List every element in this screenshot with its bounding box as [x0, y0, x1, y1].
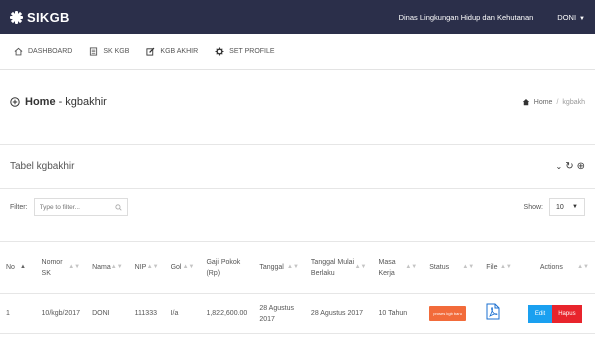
collapse-chevron-icon[interactable]: ⌄: [556, 162, 563, 171]
column-header-status[interactable]: Status ▲▼: [423, 241, 481, 294]
home-icon: [14, 47, 23, 56]
breadcrumb-separator: /: [556, 98, 559, 106]
breadcrumb-home[interactable]: Home: [534, 99, 553, 106]
nav-dashboard-label: DASHBOARD: [28, 48, 73, 55]
cell-no: 1: [0, 293, 36, 334]
column-header-tanggal[interactable]: Tanggal ▲▼: [253, 241, 305, 294]
topbar-right: Dinas Lingkungan Hidup dan Kehutanan DON…: [399, 13, 585, 22]
sort-icon: ▲▼: [462, 264, 475, 270]
cell-masa-kerja: 10 Tahun: [372, 293, 424, 334]
cell-gol: I/a: [164, 293, 201, 334]
chevron-down-icon: ▼: [572, 204, 578, 210]
cell-file: [480, 293, 518, 334]
card-header: Tabel kgbakhir ⌄ ↻ ⊕: [0, 145, 595, 189]
column-header-nip[interactable]: NIP ▲▼: [128, 241, 165, 294]
page-title: Home - kgbakhir: [10, 96, 107, 108]
show-value: 10: [556, 203, 564, 211]
table-card: Tabel kgbakhir ⌄ ↻ ⊕ Filter: Show: 10 ▼: [0, 144, 595, 345]
cell-nomor-sk: 10/kgb/2017: [35, 293, 87, 334]
table-header-row: No ▲ Nomor SK ▲▼ Nama ▲▼ NIP ▲▼ Gol ▲▼ Gaji P…: [0, 241, 595, 294]
nav-dashboard[interactable]: DASHBOARD: [14, 47, 72, 56]
sort-icon: ▲▼: [287, 264, 299, 270]
page-title-home: Home: [25, 96, 56, 108]
nav-kgb-akhir[interactable]: KGB AKHIR: [146, 47, 198, 56]
nav-sk-kgb[interactable]: SK KGB: [89, 47, 129, 56]
show-select[interactable]: 10 ▼: [549, 198, 585, 216]
filter-row: Filter: Show: 10 ▼: [0, 189, 595, 225]
column-header-actions[interactable]: Actions ▲▼: [517, 241, 595, 294]
kgbakhir-table: No ▲ Nomor SK ▲▼ Nama ▲▼ NIP ▲▼ Gol ▲▼ Gaji P…: [0, 241, 595, 334]
sort-icon: ▲▼: [110, 264, 123, 270]
sort-icon: ▲▼: [577, 264, 589, 270]
column-header-masa-kerja[interactable]: Masa Kerja ▲▼: [372, 241, 424, 294]
filter-box: [33, 198, 128, 216]
filter-input[interactable]: [39, 203, 110, 211]
pdf-icon[interactable]: [486, 303, 500, 320]
page-title-name: kgbakhir: [65, 96, 107, 108]
sort-icon: ▲▼: [499, 264, 512, 270]
page-title-separator: -: [58, 96, 63, 108]
cell-gaji-pokok: 1,822,600.00: [200, 293, 254, 334]
breadcrumb: Home / kgbakh: [522, 98, 585, 106]
cell-tanggal: 28 Agustus 2017: [253, 293, 305, 334]
main-nav: DASHBOARD SK KGB KGB AKHIR SET PROFILE: [0, 34, 595, 70]
show-label: Show:: [523, 203, 543, 211]
sort-asc-icon: ▲: [19, 264, 26, 270]
column-header-gaji-pokok[interactable]: Gaji Pokok (Rp): [200, 241, 254, 294]
sort-icon: ▲▼: [68, 264, 81, 270]
home-icon: [522, 98, 529, 106]
chevron-down-icon: ▼: [579, 15, 585, 22]
page-header: Home - kgbakhir Home / kgbakh: [0, 96, 595, 108]
nav-kgb-akhir-label: KGB AKHIR: [160, 48, 199, 55]
cell-status: proses kgb baru: [423, 293, 481, 334]
brand-name: SIKGB: [27, 9, 70, 25]
sort-icon: ▲▼: [182, 264, 195, 270]
show-entries: Show: 10 ▼: [524, 198, 585, 216]
nav-set-profile-label: SET PROFILE: [229, 48, 275, 55]
circle-arrow-icon: [10, 97, 20, 107]
breadcrumb-current: kgbakh: [562, 98, 585, 106]
cell-nip: 111333: [128, 293, 165, 334]
cell-nama: DONI: [86, 293, 129, 334]
sort-icon: ▲▼: [146, 264, 159, 270]
sort-icon: ▲▼: [354, 264, 367, 270]
refresh-icon[interactable]: ↻: [565, 161, 573, 172]
nav-set-profile[interactable]: SET PROFILE: [215, 47, 275, 56]
agency-name: Dinas Lingkungan Hidup dan Kehutanan: [398, 12, 534, 22]
column-header-tanggal-mulai[interactable]: Tanggal Mulai Berlaku ▲▼: [304, 241, 373, 294]
logo-icon: [10, 10, 23, 24]
top-bar: SIKGB Dinas Lingkungan Hidup dan Kehutan…: [0, 0, 595, 34]
document-icon: [90, 47, 98, 56]
search-icon: [114, 203, 122, 211]
user-name: DONI: [557, 12, 577, 22]
nav-sk-kgb-label: SK KGB: [103, 48, 130, 55]
cell-tanggal-mulai: 28 Agustus 2017: [304, 293, 373, 334]
expand-icon[interactable]: ⊕: [577, 161, 585, 172]
table-row: 1 10/kgb/2017 DONI 111333 I/a 1,822,600.…: [0, 293, 595, 334]
brand-logo[interactable]: SIKGB: [10, 10, 70, 25]
column-header-no[interactable]: No ▲: [0, 241, 36, 294]
cell-actions: Edit Hapus: [517, 293, 595, 334]
gear-icon: [215, 47, 224, 56]
user-menu[interactable]: DONI ▼: [557, 13, 585, 22]
edit-icon: [146, 47, 155, 56]
filter-label: Filter:: [10, 203, 28, 211]
column-header-nama[interactable]: Nama ▲▼: [86, 241, 129, 294]
sort-icon: ▲▼: [405, 264, 418, 270]
card-tools: ⌄ ↻ ⊕: [553, 161, 585, 172]
status-badge: proses kgb baru: [429, 306, 466, 321]
delete-button[interactable]: Hapus: [552, 304, 582, 323]
column-header-file[interactable]: File ▲▼: [480, 241, 518, 294]
column-header-nomor-sk[interactable]: Nomor SK ▲▼: [35, 241, 87, 294]
card-title: Tabel kgbakhir: [10, 161, 75, 172]
column-header-gol[interactable]: Gol ▲▼: [164, 241, 201, 294]
edit-button[interactable]: Edit: [527, 304, 553, 323]
